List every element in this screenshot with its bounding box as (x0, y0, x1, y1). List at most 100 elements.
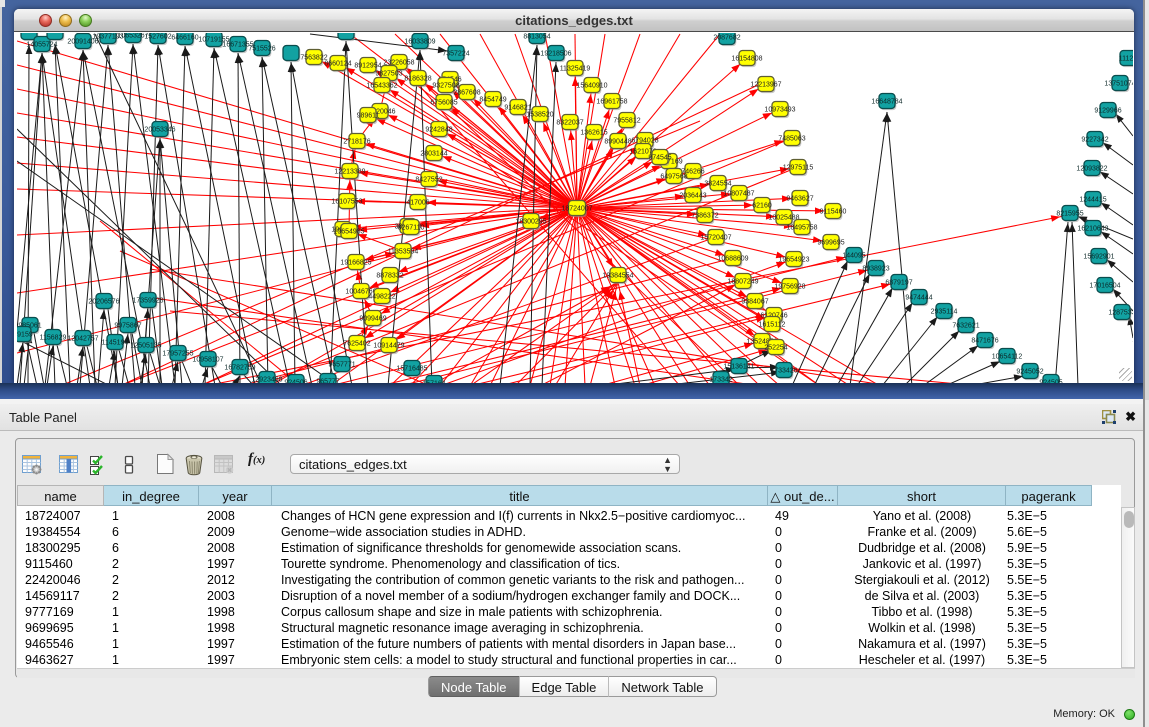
svg-text:9827503: 9827503 (375, 70, 402, 77)
svg-text:1615112: 1615112 (759, 321, 786, 328)
svg-text:16210643: 16210643 (1077, 225, 1108, 232)
svg-text:19166825: 19166825 (340, 259, 371, 266)
svg-text:12093822: 12093822 (1076, 165, 1107, 172)
svg-text:2803144: 2803144 (420, 150, 447, 157)
svg-text:10973493: 10973493 (764, 106, 795, 113)
svg-text:12042757: 12042757 (67, 335, 98, 342)
svg-text:12213389: 12213389 (334, 168, 365, 175)
svg-text:19756928: 19756928 (774, 283, 805, 290)
svg-text:16033809: 16033809 (404, 38, 435, 45)
svg-text:14055724: 14055724 (26, 41, 57, 48)
svg-text:173342: 173342 (709, 376, 732, 383)
svg-text:9146821: 9146821 (504, 104, 531, 111)
svg-text:9699695: 9699695 (817, 239, 844, 246)
svg-text:9099469: 9099469 (359, 315, 386, 322)
svg-text:7632621: 7632621 (952, 322, 979, 329)
svg-text:12213967: 12213967 (750, 81, 781, 88)
svg-text:12923468: 12923468 (251, 376, 282, 383)
svg-text:3824554: 3824554 (704, 180, 731, 187)
svg-text:8427552: 8427552 (415, 176, 442, 183)
svg-text:12975115: 12975115 (783, 164, 814, 171)
svg-text:9227342: 9227342 (1081, 136, 1108, 143)
svg-text:13751074: 13751074 (1104, 80, 1133, 87)
svg-text:62160: 62160 (752, 202, 772, 209)
svg-text:8454749: 8454749 (479, 96, 506, 103)
svg-text:15716485: 15716485 (396, 365, 427, 372)
svg-text:15136141: 15136141 (723, 363, 754, 370)
svg-text:7357224: 7357224 (442, 50, 469, 57)
svg-text:252254: 252254 (764, 344, 787, 351)
svg-text:8938923: 8938923 (862, 265, 889, 272)
svg-text:9975867: 9975867 (114, 322, 141, 329)
svg-text:16107553: 16107553 (331, 198, 362, 205)
svg-text:8990448: 8990448 (604, 138, 631, 145)
svg-text:7485063: 7485063 (778, 135, 805, 142)
svg-text:1145194: 1145194 (102, 339, 129, 346)
svg-text:6756085: 6756085 (430, 99, 457, 106)
svg-text:11353594: 11353594 (388, 248, 419, 255)
svg-text:20206576: 20206576 (88, 298, 119, 305)
svg-text:17359928: 17359928 (132, 297, 163, 304)
svg-text:18724007: 18724007 (561, 205, 592, 212)
svg-text:16961758: 16961758 (596, 98, 627, 105)
svg-text:15640910: 15640910 (576, 82, 607, 89)
svg-text:1733426: 1733426 (770, 367, 797, 374)
svg-text:11325419: 11325419 (560, 65, 591, 72)
svg-text:17016504: 17016504 (1089, 282, 1120, 289)
svg-text:6879197: 6879197 (885, 279, 912, 286)
svg-text:15692901: 15692901 (1083, 253, 1114, 260)
svg-text:19654923: 19654923 (778, 256, 809, 263)
svg-text:16154808: 16154808 (731, 55, 762, 62)
svg-text:19218506: 19218506 (540, 50, 571, 57)
svg-text:10958107: 10958107 (192, 356, 223, 363)
svg-text:16543362: 16543362 (366, 82, 397, 89)
svg-text:10654112: 10654112 (992, 353, 1023, 360)
svg-text:17957255: 17957255 (162, 350, 193, 357)
svg-text:2935114: 2935114 (931, 308, 958, 315)
svg-text:9384067: 9384067 (741, 298, 768, 305)
svg-text:8912954: 8912954 (354, 62, 381, 69)
svg-text:7515526: 7515526 (248, 45, 275, 52)
svg-text:11123: 11123 (1119, 55, 1133, 62)
svg-text:6466160: 6466160 (171, 34, 198, 41)
svg-text:9129966: 9129966 (1094, 107, 1121, 114)
svg-text:9245052: 9245052 (1016, 368, 1043, 375)
svg-text:39159: 39159 (17, 331, 33, 338)
svg-text:989611: 989611 (357, 112, 380, 119)
svg-text:6497568: 6497568 (660, 173, 687, 180)
svg-text:16782759: 16782759 (224, 364, 255, 371)
svg-text:10688609: 10688609 (717, 255, 748, 262)
svg-text:9327508: 9327508 (432, 82, 459, 89)
svg-text:19654985: 19654985 (333, 228, 364, 235)
svg-text:7386372: 7386372 (691, 212, 718, 219)
svg-text:8215955: 8215955 (1056, 210, 1083, 217)
svg-text:19384554: 19384554 (602, 272, 633, 279)
svg-text:9242848: 9242848 (425, 126, 452, 133)
svg-text:8267110: 8267110 (398, 224, 425, 231)
svg-text:2087682: 2087682 (713, 34, 740, 41)
svg-text:417006: 417006 (406, 199, 429, 206)
svg-text:9115460: 9115460 (820, 208, 847, 215)
svg-text:7625402: 7625402 (343, 340, 370, 347)
svg-text:10807487: 10807487 (723, 190, 754, 197)
svg-text:20053346: 20053346 (144, 126, 175, 133)
svg-text:974545: 974545 (648, 154, 671, 161)
svg-text:10914479: 10914479 (373, 342, 404, 349)
svg-text:1362615: 1362615 (580, 129, 607, 136)
svg-text:18300295: 18300295 (515, 218, 546, 225)
svg-text:1527602: 1527602 (144, 33, 171, 40)
svg-text:7955812: 7955812 (613, 117, 640, 124)
svg-text:8471676: 8471676 (971, 337, 998, 344)
svg-text:18495758: 18495758 (786, 224, 817, 231)
svg-text:15720407: 15720407 (700, 234, 731, 241)
svg-text:2867608: 2867608 (453, 89, 480, 96)
svg-text:8878332: 8878332 (376, 272, 403, 279)
svg-text:12505135: 12505135 (130, 342, 161, 349)
svg-text:144095: 144095 (842, 252, 865, 259)
svg-text:18807249: 18807249 (727, 278, 758, 285)
svg-text:16648784: 16648784 (871, 98, 902, 105)
svg-text:2036443: 2036443 (679, 192, 706, 199)
svg-text:9474444: 9474444 (905, 294, 932, 301)
svg-text:2718176: 2718176 (343, 138, 370, 145)
svg-text:1244415: 1244415 (1079, 196, 1106, 203)
